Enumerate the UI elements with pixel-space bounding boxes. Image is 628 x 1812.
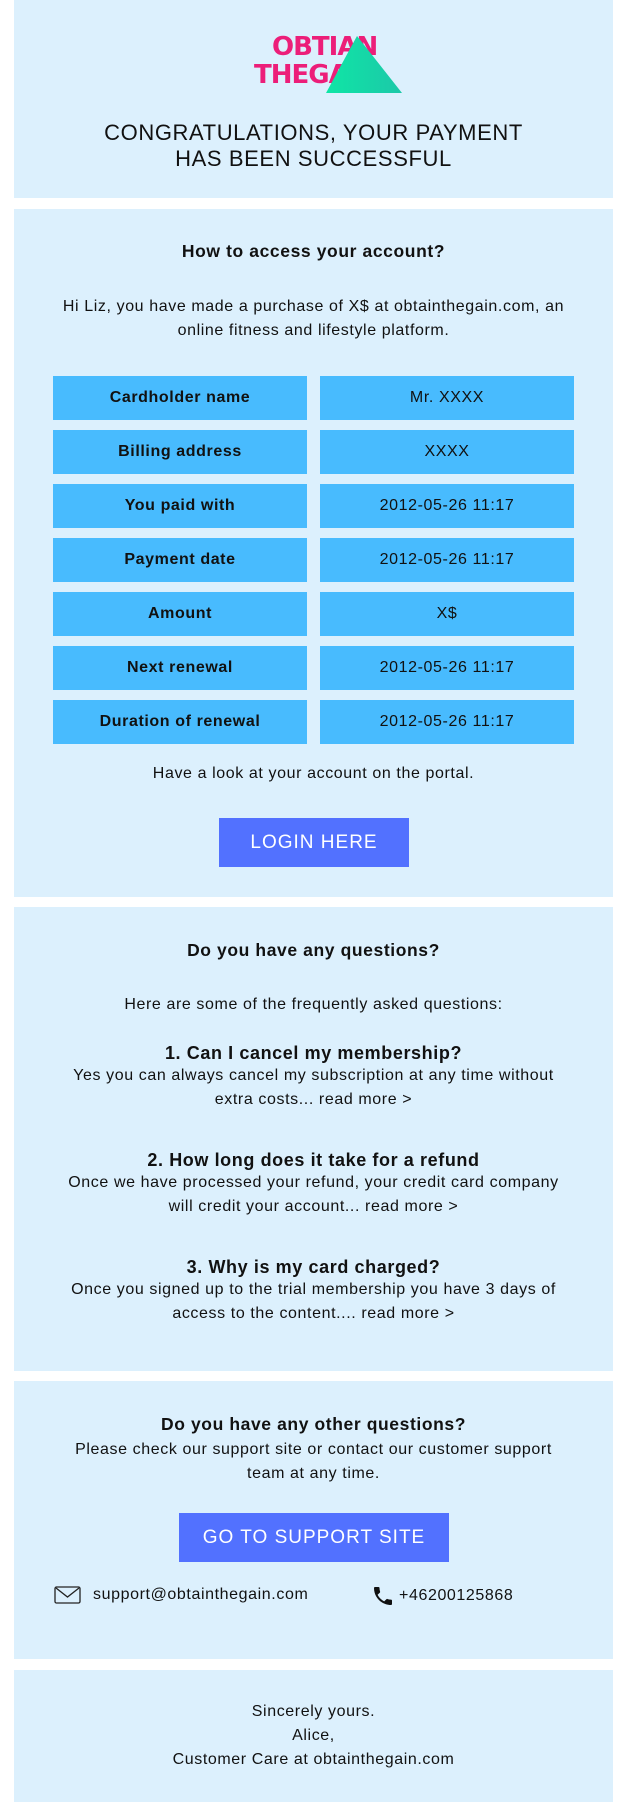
support-site-button[interactable]: GO TO SUPPORT SITE xyxy=(179,1513,449,1562)
page-headline: CONGRATULATIONS, YOUR PAYMENT HAS BEEN S… xyxy=(14,120,613,172)
faq-answer-line-1: Once you signed up to the trial membersh… xyxy=(71,1281,556,1298)
detail-row: Cardholder name Mr. XXXX xyxy=(53,376,574,420)
faq-item[interactable]: 3. Why is my card charged? Once you sign… xyxy=(14,1257,613,1326)
portal-text: Have a look at your account on the porta… xyxy=(152,765,475,782)
detail-label: Next renewal xyxy=(53,646,307,690)
support-title: Do you have any other questions? xyxy=(160,1414,467,1434)
support-text: Please check our support site or contact… xyxy=(14,1438,613,1486)
detail-label: You paid with xyxy=(53,484,307,528)
intro-line-1: Hi Liz, you have made a purchase of X$ a… xyxy=(62,298,565,315)
detail-row: You paid with 2012-05-26 11:17 xyxy=(53,484,574,528)
faq-item[interactable]: 2. How long does it take for a refund On… xyxy=(14,1150,613,1219)
detail-value: 2012-05-26 11:17 xyxy=(320,484,574,528)
detail-value: XXXX xyxy=(320,430,574,474)
detail-label: Duration of renewal xyxy=(53,700,307,744)
faq-answer-line-2[interactable]: extra costs... read more > xyxy=(14,1088,613,1112)
detail-row: Payment date 2012-05-26 11:17 xyxy=(53,538,574,582)
header-card: OBTIAN THEGAIN CONGRATULATIONS, YOUR PAY… xyxy=(14,0,613,198)
faq-question: 1. Can I cancel my membership? xyxy=(164,1043,463,1063)
signature: Sincerely yours. Alice, Customer Care at… xyxy=(14,1700,613,1772)
signature-line-2: Alice, xyxy=(292,1727,335,1744)
headline-line-1: CONGRATULATIONS, YOUR PAYMENT xyxy=(104,120,523,145)
support-text-line-2: team at any time. xyxy=(247,1465,380,1482)
faq-subtitle: Here are some of the frequently asked qu… xyxy=(124,996,503,1013)
payment-details-table: Cardholder name Mr. XXXX Billing address… xyxy=(53,376,574,754)
logo-triangle-icon xyxy=(326,36,402,93)
headline-line-2: HAS BEEN SUCCESSFUL xyxy=(175,146,452,171)
support-phone-text[interactable]: +46200125868 xyxy=(399,1587,513,1605)
faq-answer-line-1: Once we have processed your refund, your… xyxy=(68,1174,559,1191)
faq-title: Do you have any questions? xyxy=(187,940,440,960)
account-title: How to access your account? xyxy=(181,241,446,261)
login-button[interactable]: LOGIN HERE xyxy=(219,818,409,867)
brand-logo[interactable]: OBTIAN THEGAIN xyxy=(254,30,404,96)
detail-label: Amount xyxy=(53,592,307,636)
support-email-text[interactable]: support@obtainthegain.com xyxy=(93,1586,308,1604)
detail-label: Billing address xyxy=(53,430,307,474)
detail-row: Billing address XXXX xyxy=(53,430,574,474)
faq-answer-line-2[interactable]: will credit your account... read more > xyxy=(14,1195,613,1219)
detail-value: X$ xyxy=(320,592,574,636)
intro-line-2: online fitness and lifestyle platform. xyxy=(177,322,450,339)
signature-line-1: Sincerely yours. xyxy=(251,1703,376,1720)
faq-answer-line-2[interactable]: access to the content.... read more > xyxy=(14,1302,613,1326)
support-email[interactable]: support@obtainthegain.com xyxy=(54,1585,308,1605)
detail-row: Duration of renewal 2012-05-26 11:17 xyxy=(53,700,574,744)
envelope-icon xyxy=(54,1585,82,1605)
faq-answer-line-1: Yes you can always cancel my subscriptio… xyxy=(73,1067,554,1084)
account-intro: Hi Liz, you have made a purchase of X$ a… xyxy=(14,295,613,343)
phone-icon xyxy=(371,1584,395,1608)
support-text-line-1: Please check our support site or contact… xyxy=(75,1441,552,1458)
detail-row: Next renewal 2012-05-26 11:17 xyxy=(53,646,574,690)
signature-line-3: Customer Care at obtainthegain.com xyxy=(172,1751,455,1768)
support-card: Do you have any other questions? Please … xyxy=(14,1381,613,1659)
account-card: How to access your account? Hi Liz, you … xyxy=(14,209,613,897)
support-phone[interactable]: +46200125868 xyxy=(371,1584,513,1608)
detail-value: 2012-05-26 11:17 xyxy=(320,646,574,690)
detail-label: Payment date xyxy=(53,538,307,582)
faq-question: 2. How long does it take for a refund xyxy=(147,1150,480,1170)
faq-card: Do you have any questions? Here are some… xyxy=(14,907,613,1371)
detail-row: Amount X$ xyxy=(53,592,574,636)
detail-value: 2012-05-26 11:17 xyxy=(320,700,574,744)
closing-card: Sincerely yours. Alice, Customer Care at… xyxy=(14,1670,613,1802)
detail-value: 2012-05-26 11:17 xyxy=(320,538,574,582)
faq-item[interactable]: 1. Can I cancel my membership? Yes you c… xyxy=(14,1043,613,1112)
detail-label: Cardholder name xyxy=(53,376,307,420)
faq-question: 3. Why is my card charged? xyxy=(186,1257,441,1277)
detail-value: Mr. XXXX xyxy=(320,376,574,420)
